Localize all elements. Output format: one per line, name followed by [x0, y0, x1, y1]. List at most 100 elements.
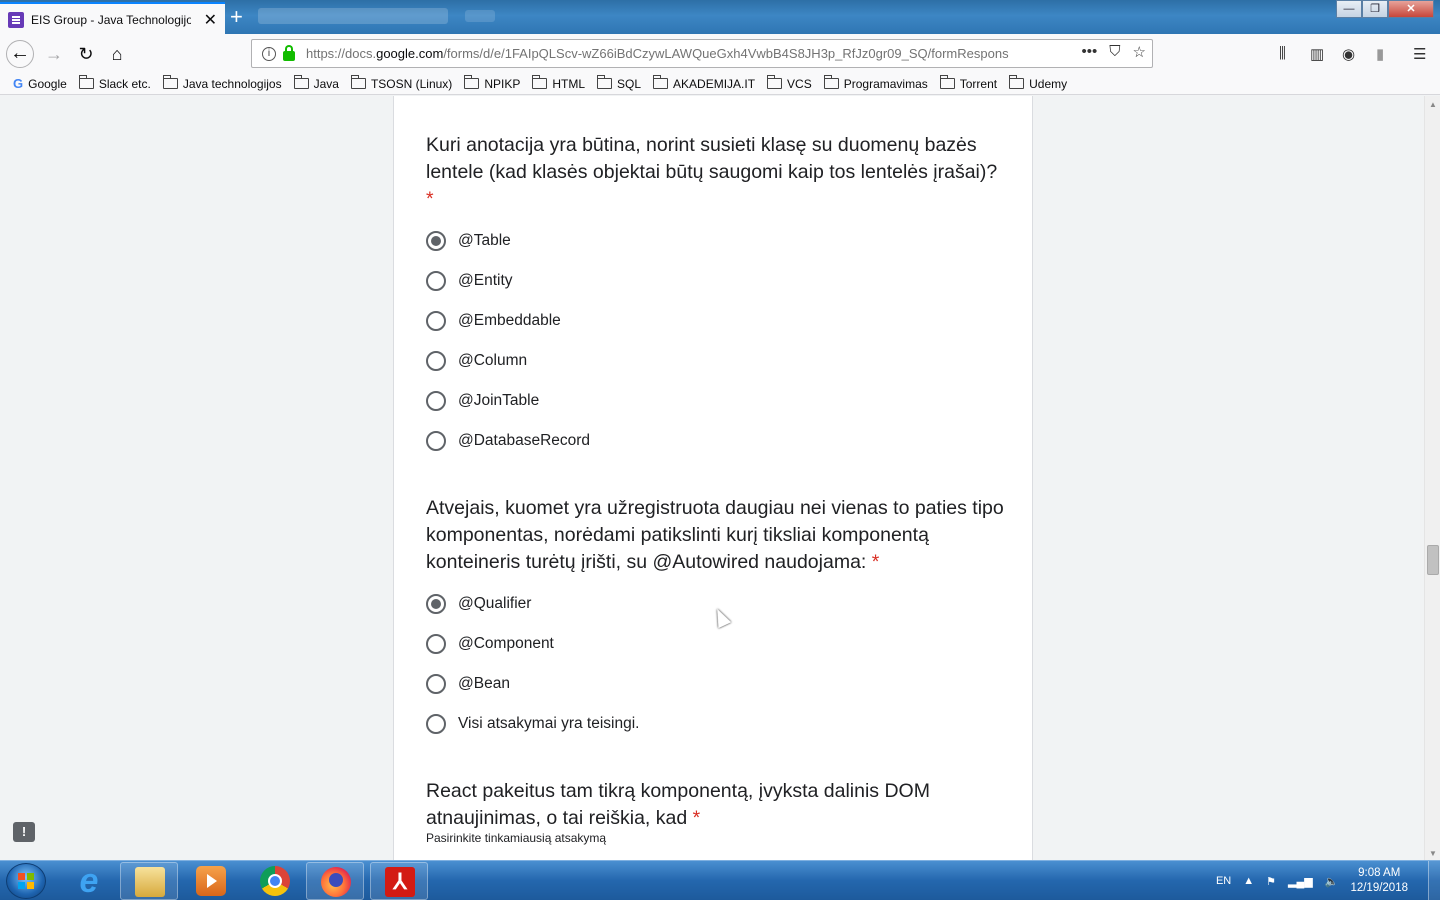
url-text[interactable]: https://docs.google.com/forms/d/e/1FAIpQ…: [306, 46, 1041, 61]
window-controls: — ❐ ✕: [1336, 0, 1434, 18]
info-icon[interactable]: i: [262, 46, 276, 61]
url-path: /forms/d/e/1FAIpQLScv-wZ66iBdCzywLAWQueG…: [443, 46, 1009, 61]
bookmark-item[interactable]: HTML: [532, 75, 585, 91]
q1-option-databaserecord[interactable]: @DatabaseRecord: [426, 429, 590, 453]
background-tab-2[interactable]: [465, 10, 495, 22]
acrobat-icon: ⅄: [385, 867, 415, 897]
radio-icon[interactable]: [426, 431, 446, 451]
bookmark-item[interactable]: TSOSN (Linux): [350, 75, 452, 91]
radio-icon[interactable]: [426, 714, 446, 734]
bookmark-label: Java: [313, 76, 339, 91]
maximize-button[interactable]: ❐: [1362, 0, 1388, 18]
url-bar[interactable]: i https://docs.google.com/forms/d/e/1FAI…: [251, 39, 1153, 68]
feedback-icon[interactable]: !: [13, 822, 35, 842]
close-window-button[interactable]: ✕: [1388, 0, 1434, 18]
bookmark-star-icon[interactable]: ☆: [1133, 43, 1146, 61]
question-1-title: Kuri anotacija yra būtina, norint susiet…: [426, 132, 1006, 213]
q1-option-table[interactable]: @Table: [426, 229, 511, 253]
radio-icon[interactable]: [426, 634, 446, 654]
radio-icon[interactable]: [426, 271, 446, 291]
folder-icon: [823, 75, 839, 89]
clock-time: 9:08 AM: [1358, 867, 1401, 879]
required-mark: *: [871, 551, 880, 573]
reload-button[interactable]: ↻: [72, 40, 100, 68]
folder-icon: [78, 75, 94, 89]
radio-icon[interactable]: [426, 311, 446, 331]
bookmark-label: Java technologijos: [182, 76, 282, 91]
radio-icon[interactable]: [426, 351, 446, 371]
menu-icon[interactable]: ☰: [1413, 45, 1426, 63]
bookmarks-toolbar: G Google Slack etc. Java technologijos Java T…: [0, 73, 1440, 95]
taskbar-firefox[interactable]: [306, 862, 364, 900]
q2-option-bean[interactable]: @Bean: [426, 672, 510, 696]
question-3-text: React pakeitus tam tikrą komponentą, įvy…: [426, 780, 930, 829]
bookmark-item[interactable]: NPIKP: [464, 75, 521, 91]
taskbar-media-player[interactable]: [182, 862, 240, 900]
radio-icon[interactable]: [426, 674, 446, 694]
q1-option-column[interactable]: @Column: [426, 349, 527, 373]
new-tab-button[interactable]: +: [230, 4, 243, 30]
taskbar-chrome[interactable]: [246, 862, 304, 900]
bookmark-label: Google: [28, 76, 67, 91]
taskbar-acrobat[interactable]: ⅄: [370, 862, 428, 900]
scroll-down-icon[interactable]: ▼: [1429, 849, 1437, 858]
bookmark-item[interactable]: Udemy: [1009, 75, 1067, 91]
bookmark-item[interactable]: Programavimas: [823, 75, 928, 91]
page-viewport: Kuri anotacija yra būtina, norint susiet…: [0, 96, 1424, 860]
radio-checked-icon[interactable]: [426, 594, 446, 614]
extension-2-icon[interactable]: ▮: [1376, 45, 1384, 63]
taskbar-internet-explorer[interactable]: e: [60, 862, 118, 900]
bookmark-label: NPIKP: [484, 76, 521, 91]
bookmark-item[interactable]: SQL: [597, 75, 641, 91]
sidebar-icon[interactable]: ▥: [1310, 45, 1324, 63]
question-2-title: Atvejais, kuomet yra užregistruota daugi…: [426, 495, 1006, 576]
bookmark-item[interactable]: Java: [293, 75, 339, 91]
minimize-button[interactable]: —: [1336, 0, 1362, 18]
tab-close-icon[interactable]: ✕: [204, 10, 217, 30]
show-desktop-button[interactable]: [1428, 861, 1440, 900]
bookmark-item[interactable]: Java technologijos: [162, 75, 282, 91]
extension-icon[interactable]: ◉: [1342, 45, 1355, 63]
page-actions-icon[interactable]: •••: [1082, 43, 1098, 61]
taskbar-file-explorer[interactable]: [120, 862, 178, 900]
tab-active[interactable]: EIS Group - Java Technologijos ✕: [0, 2, 225, 35]
option-label: @Qualifier: [458, 595, 532, 612]
folder-icon: [597, 75, 612, 89]
start-button[interactable]: [6, 863, 46, 899]
clock[interactable]: 9:08 AM 12/19/2018: [1350, 866, 1408, 896]
bookmark-item[interactable]: Torrent: [939, 75, 997, 91]
page-scrollbar[interactable]: ▲ ▼: [1424, 96, 1440, 860]
q2-option-qualifier[interactable]: @Qualifier: [426, 592, 531, 616]
scroll-up-icon[interactable]: ▲: [1429, 100, 1437, 109]
language-indicator[interactable]: EN: [1216, 875, 1231, 887]
url-domain: google.com: [376, 46, 444, 61]
q1-option-embeddable[interactable]: @Embeddable: [426, 309, 561, 333]
bookmark-item[interactable]: VCS: [767, 75, 812, 91]
forward-button[interactable]: →: [40, 40, 68, 68]
q1-option-jointable[interactable]: @JoinTable: [426, 389, 539, 413]
background-tab[interactable]: [258, 8, 448, 24]
required-mark: *: [426, 188, 434, 210]
q2-option-component[interactable]: @Component: [426, 632, 554, 656]
radio-icon[interactable]: [426, 391, 446, 411]
bookmark-item[interactable]: Slack etc.: [78, 75, 151, 91]
chrome-icon: [260, 866, 290, 896]
back-button[interactable]: ←: [6, 40, 34, 68]
option-label: @Column: [458, 352, 528, 369]
volume-muted-icon[interactable]: 🔈: [1325, 875, 1339, 888]
radio-checked-icon[interactable]: [426, 231, 446, 251]
bookmark-item[interactable]: AKADEMIJA.IT: [653, 75, 755, 91]
library-icon[interactable]: ⫼: [1279, 45, 1286, 62]
clock-date: 12/19/2018: [1350, 882, 1408, 894]
folder-icon: [532, 75, 548, 89]
pocket-icon[interactable]: ⛉: [1109, 43, 1120, 61]
q1-option-entity[interactable]: @Entity: [426, 269, 513, 293]
q2-option-all-correct[interactable]: Visi atsakymai yra teisingi.: [426, 712, 639, 736]
network-icon[interactable]: ▂▄▆: [1288, 875, 1313, 888]
action-center-flag-icon[interactable]: ⚑: [1266, 875, 1276, 888]
show-hidden-icons-icon[interactable]: ▲: [1243, 875, 1254, 887]
folder-icon: [939, 75, 955, 89]
home-button[interactable]: ⌂: [103, 40, 131, 68]
bookmark-item[interactable]: G Google: [13, 76, 67, 91]
scrollbar-thumb[interactable]: [1427, 545, 1439, 575]
